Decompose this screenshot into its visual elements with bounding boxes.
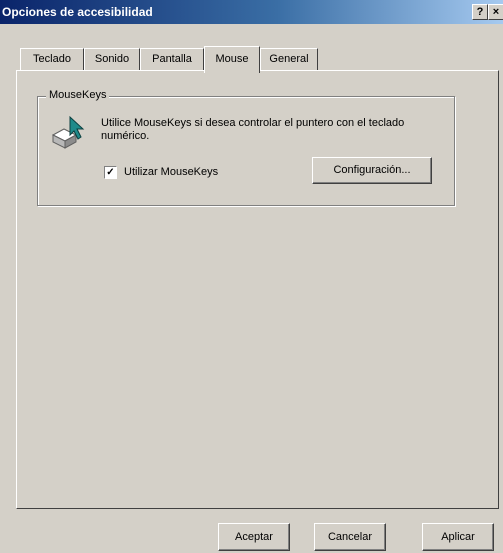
tab-teclado[interactable]: Teclado: [20, 48, 84, 71]
mousekeys-description: Utilice MouseKeys si desea controlar el …: [101, 117, 405, 142]
settings-button[interactable]: Configuración...: [312, 157, 432, 184]
close-button[interactable]: ×: [488, 4, 503, 20]
tab-general[interactable]: General: [260, 48, 318, 71]
tab-mouse[interactable]: Mouse: [204, 46, 260, 73]
use-mousekeys-checkbox[interactable]: ✓: [104, 166, 117, 179]
mousekeys-icon: [51, 115, 85, 149]
use-mousekeys-label[interactable]: Utilizar MouseKeys: [124, 166, 218, 178]
apply-button[interactable]: Aplicar: [422, 523, 494, 551]
ok-button[interactable]: Aceptar: [218, 523, 290, 551]
tab-pantalla[interactable]: Pantalla: [140, 48, 204, 71]
cancel-button[interactable]: Cancelar: [314, 523, 386, 551]
title-bar[interactable]: Opciones de accesibilidad ? ×: [0, 0, 503, 24]
window-title: Opciones de accesibilidad: [2, 5, 153, 19]
mousekeys-group-title: MouseKeys: [46, 89, 110, 101]
help-button[interactable]: ?: [472, 4, 488, 20]
mousekeys-group: MouseKeys Utilice MouseKeys si desea con…: [37, 89, 455, 206]
tab-sonido[interactable]: Sonido: [84, 48, 140, 71]
tab-panel-mouse: MouseKeys Utilice MouseKeys si desea con…: [16, 70, 499, 509]
